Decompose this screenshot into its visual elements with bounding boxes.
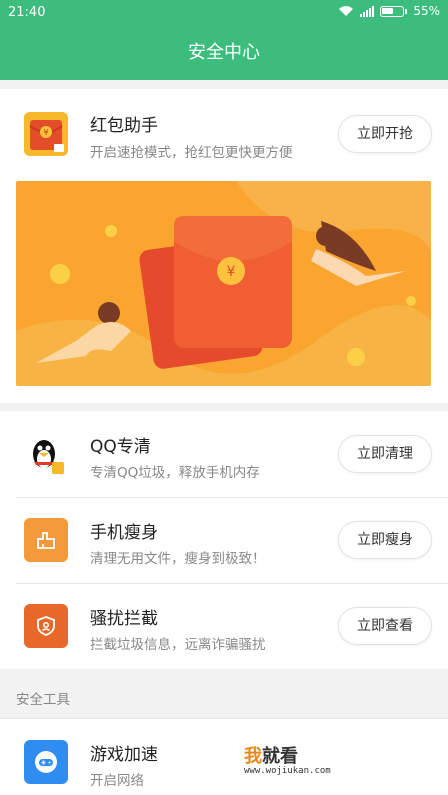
list-item-harass-block[interactable]: 骚扰拦截 拦截垃圾信息，远离诈骗骚扰 立即查看 (0, 583, 448, 669)
list-item-qq-clean[interactable]: QQ专清 专清QQ垃圾，释放手机内存 立即清理 (0, 411, 448, 497)
redpacket-subtitle: 开启速抢模式，抢红包更快更方便 (90, 145, 293, 161)
watermark-url: www.wojiukan.com (244, 766, 331, 776)
redpacket-banner[interactable]: ¥ (16, 181, 431, 386)
signal-icon (360, 5, 375, 17)
redpacket-row[interactable]: ¥ 红包助手 开启速抢模式，抢红包更快更方便 立即开抢 (0, 89, 448, 175)
status-icons: 55% (338, 4, 440, 18)
qq-clean-title: QQ专清 (90, 437, 151, 457)
list-item-game-boost[interactable]: 游戏加速 开启网络 (0, 719, 448, 795)
watermark: 我就看 www.wojiukan.com (240, 742, 360, 782)
phone-slim-title: 手机瘦身 (90, 523, 158, 543)
shield-icon (24, 604, 68, 648)
status-time: 21:40 (8, 5, 46, 20)
red-envelope-icon: ¥ (24, 112, 68, 156)
battery-icon (380, 5, 405, 17)
game-boost-title: 游戏加速 (90, 745, 158, 765)
tools-list: 游戏加速 开启网络 (0, 718, 448, 795)
section-label-tools: 安全工具 (16, 692, 70, 708)
game-boost-subtitle: 开启网络 (90, 773, 144, 789)
phone-slim-subtitle: 清理无用文件，瘦身到极致！ (90, 551, 266, 567)
currency-symbol: ¥ (227, 264, 236, 280)
view-now-button[interactable]: 立即查看 (338, 607, 432, 645)
broom-icon (24, 518, 68, 562)
feature-list: QQ专清 专清QQ垃圾，释放手机内存 立即清理 手机瘦身 清理无用文件，瘦身到极… (0, 411, 448, 669)
status-bar: 21:40 55% (0, 0, 448, 26)
clean-now-button[interactable]: 立即清理 (338, 435, 432, 473)
harass-block-subtitle: 拦截垃圾信息，远离诈骗骚扰 (90, 637, 266, 653)
harass-block-title: 骚扰拦截 (90, 609, 158, 629)
redpacket-title: 红包助手 (90, 116, 158, 136)
qq-clean-subtitle: 专清QQ垃圾，释放手机内存 (90, 465, 260, 481)
page-title: 安全中心 (0, 26, 448, 80)
battery-percent: 55% (413, 4, 440, 18)
watermark-logo: 我就看 (244, 746, 298, 767)
wifi-icon (339, 6, 354, 16)
slim-now-button[interactable]: 立即瘦身 (338, 521, 432, 559)
currency-symbol: ¥ (43, 128, 48, 137)
grab-now-button[interactable]: 立即开抢 (338, 115, 432, 153)
gamepad-icon (24, 740, 68, 784)
list-item-phone-slim[interactable]: 手机瘦身 清理无用文件，瘦身到极致！ 立即瘦身 (0, 497, 448, 583)
qq-penguin-icon (24, 432, 68, 476)
